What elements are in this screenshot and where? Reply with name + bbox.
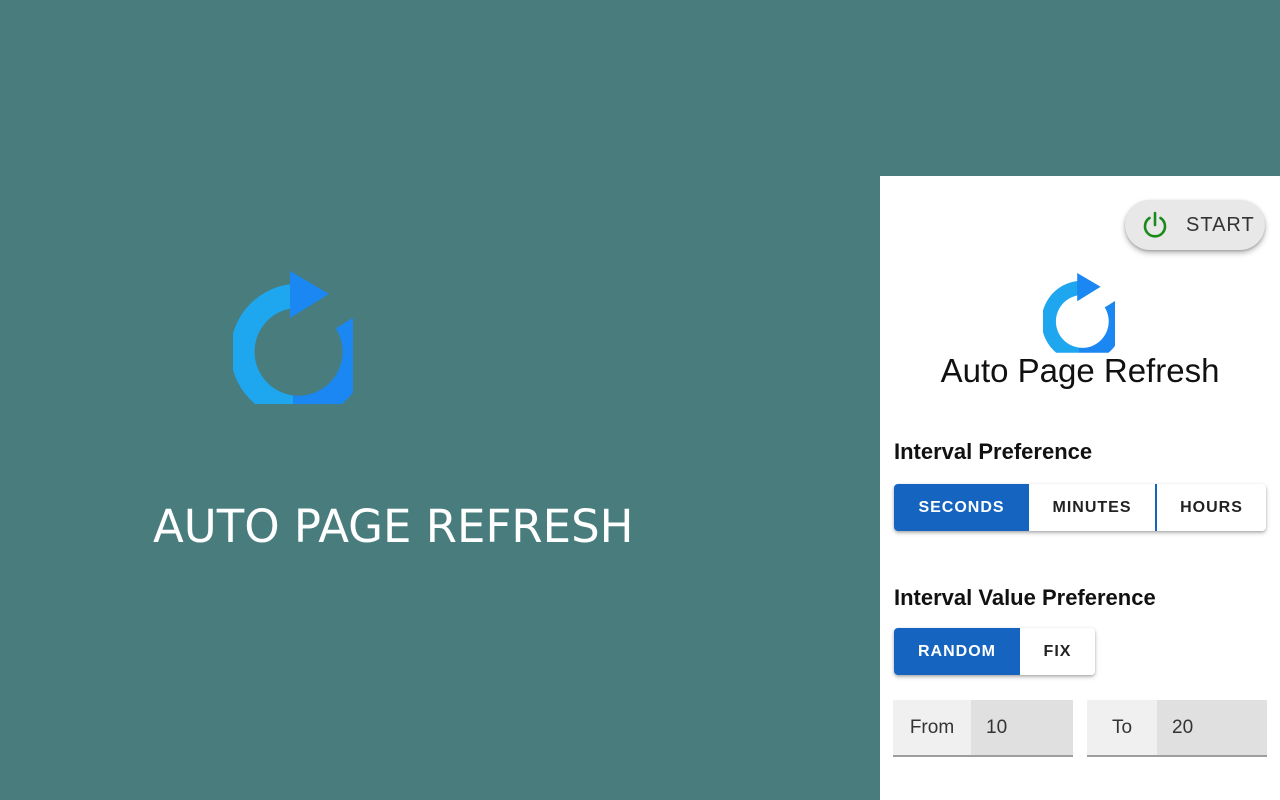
refresh-logo-icon: [1043, 273, 1115, 353]
interval-preference-heading: Interval Preference: [894, 439, 1093, 464]
hours-toggle[interactable]: HOURS: [1155, 484, 1266, 531]
interval-unit-toggle-group: SECONDS MINUTES HOURS: [894, 484, 1266, 531]
refresh-logo-icon: [233, 271, 353, 404]
random-toggle[interactable]: RANDOM: [894, 628, 1020, 675]
minutes-toggle[interactable]: MINUTES: [1029, 484, 1155, 531]
popup-title: Auto Page Refresh: [940, 352, 1220, 389]
interval-value-preference-heading: Interval Value Preference: [894, 585, 1156, 610]
from-input[interactable]: [971, 700, 1073, 755]
seconds-toggle[interactable]: SECONDS: [894, 484, 1029, 531]
to-input[interactable]: [1157, 700, 1267, 755]
interval-value-toggle-group: RANDOM FIX: [894, 628, 1095, 675]
to-label: To: [1087, 700, 1157, 755]
from-label: From: [893, 700, 971, 755]
fix-toggle[interactable]: FIX: [1020, 628, 1095, 675]
power-icon: [1143, 211, 1167, 238]
start-button-label: START: [1186, 213, 1255, 236]
to-field: To: [1087, 700, 1267, 757]
from-field: From: [893, 700, 1073, 757]
extension-popup: START Auto Page Refresh Interval Prefere…: [880, 176, 1280, 800]
start-button[interactable]: START: [1125, 200, 1265, 250]
hero-title: AUTO PAGE REFRESH: [153, 500, 634, 553]
